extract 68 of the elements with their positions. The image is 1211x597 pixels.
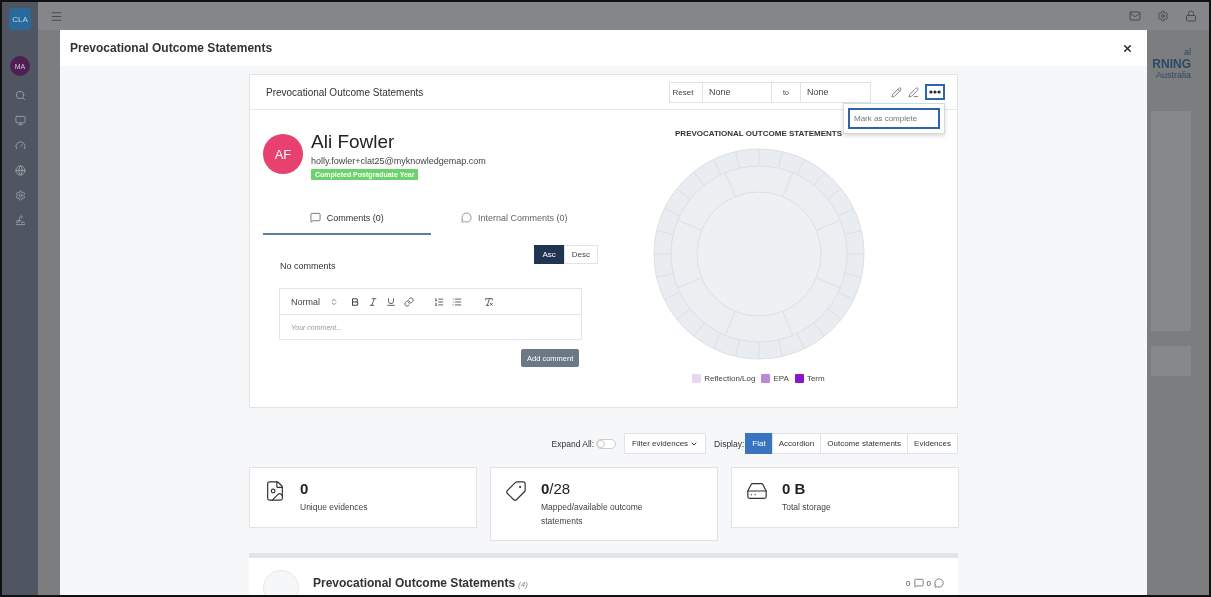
search-icon[interactable]: [14, 90, 26, 101]
stat-label: Mapped/available outcome statements: [541, 501, 644, 528]
stat-label: Total storage: [782, 501, 832, 514]
speech-bubble-icon: [913, 578, 924, 588]
section-title: Prevocational Outcome Statements (4): [313, 576, 529, 590]
bold-icon[interactable]: [350, 296, 360, 307]
app-logo: CLA: [9, 8, 31, 30]
legend-label: Term: [806, 374, 825, 383]
monitor-icon[interactable]: [14, 115, 26, 126]
format-select[interactable]: Normal: [291, 296, 338, 307]
from-field[interactable]: None: [702, 82, 771, 102]
logo-text: al: [1184, 48, 1191, 58]
mail-icon[interactable]: [1129, 10, 1141, 22]
link-icon[interactable]: [404, 296, 414, 307]
more-button[interactable]: [925, 84, 945, 100]
filter-button[interactable]: Filter evidences: [624, 433, 707, 454]
numbered-list-icon[interactable]: [434, 296, 444, 307]
settings-icon[interactable]: [14, 190, 26, 201]
close-icon[interactable]: [1122, 42, 1133, 54]
logo-text: RNING: [1152, 57, 1191, 71]
pencil-icon[interactable]: [891, 86, 902, 98]
comment-count: 0: [926, 578, 931, 588]
comments-tab[interactable]: Comments (0): [263, 206, 431, 235]
logo-text: Australia: [1156, 71, 1191, 81]
display-option[interactable]: Evidences: [907, 433, 958, 454]
lock-icon[interactable]: [1185, 10, 1197, 22]
comments-tab[interactable]: Internal Comments (0): [430, 206, 598, 235]
comment-count: 0: [906, 578, 911, 588]
display-option[interactable]: Accordion: [771, 433, 822, 454]
menu-item[interactable]: Mark as complete: [848, 108, 940, 129]
italic-icon[interactable]: [368, 296, 378, 307]
display-option[interactable]: Flat: [745, 433, 773, 454]
hard-drive-icon: [746, 480, 768, 502]
picture-document-icon: [264, 480, 286, 502]
stat-value: 0 B: [782, 480, 807, 497]
bullet-list-icon[interactable]: [452, 296, 462, 307]
signature-icon[interactable]: [14, 215, 26, 226]
user-email: holly.fowler+clat25@myknowledgemap.com: [311, 156, 486, 166]
avatar: AF: [263, 134, 303, 174]
stat-label: Unique evidences: [300, 501, 369, 514]
stat-value: 0/28: [541, 480, 572, 497]
speech-bubble-icon: [309, 212, 321, 223]
globe-icon[interactable]: [14, 165, 26, 176]
pen-icon[interactable]: [908, 86, 919, 98]
sort-button[interactable]: Desc: [563, 245, 598, 264]
speech-bubble-icon: [461, 212, 472, 223]
display-label: Display:: [714, 438, 745, 449]
settings-icon[interactable]: [1157, 10, 1169, 22]
underline-icon[interactable]: [386, 296, 396, 307]
empty-message: No comments: [280, 261, 337, 271]
clear-format-icon[interactable]: [484, 296, 494, 307]
legend-label: EPA: [773, 374, 789, 383]
legend-label: Reflection/Log: [704, 374, 756, 383]
up-down-icon: [330, 297, 338, 306]
expand-toggle[interactable]: [596, 438, 617, 449]
menu-icon[interactable]: [50, 9, 63, 23]
speech-bubble-icon: [934, 578, 944, 588]
card-title: Prevocational Outcome Statements: [266, 86, 425, 98]
expand-label: Expand All:: [551, 438, 595, 449]
gauge-icon[interactable]: [14, 140, 26, 151]
chart-title: PREVOCATIONAL OUTCOME STATEMENTS: [675, 129, 842, 138]
tag-icon: [505, 480, 527, 502]
stat-value: 0: [300, 480, 310, 497]
modal-title: Prevocational Outcome Statements: [70, 41, 273, 55]
to-field[interactable]: None: [800, 82, 870, 102]
sort-button[interactable]: Asc: [534, 245, 564, 264]
user-name: Ali Fowler: [311, 130, 395, 154]
display-option[interactable]: Outcome statements: [820, 433, 909, 454]
